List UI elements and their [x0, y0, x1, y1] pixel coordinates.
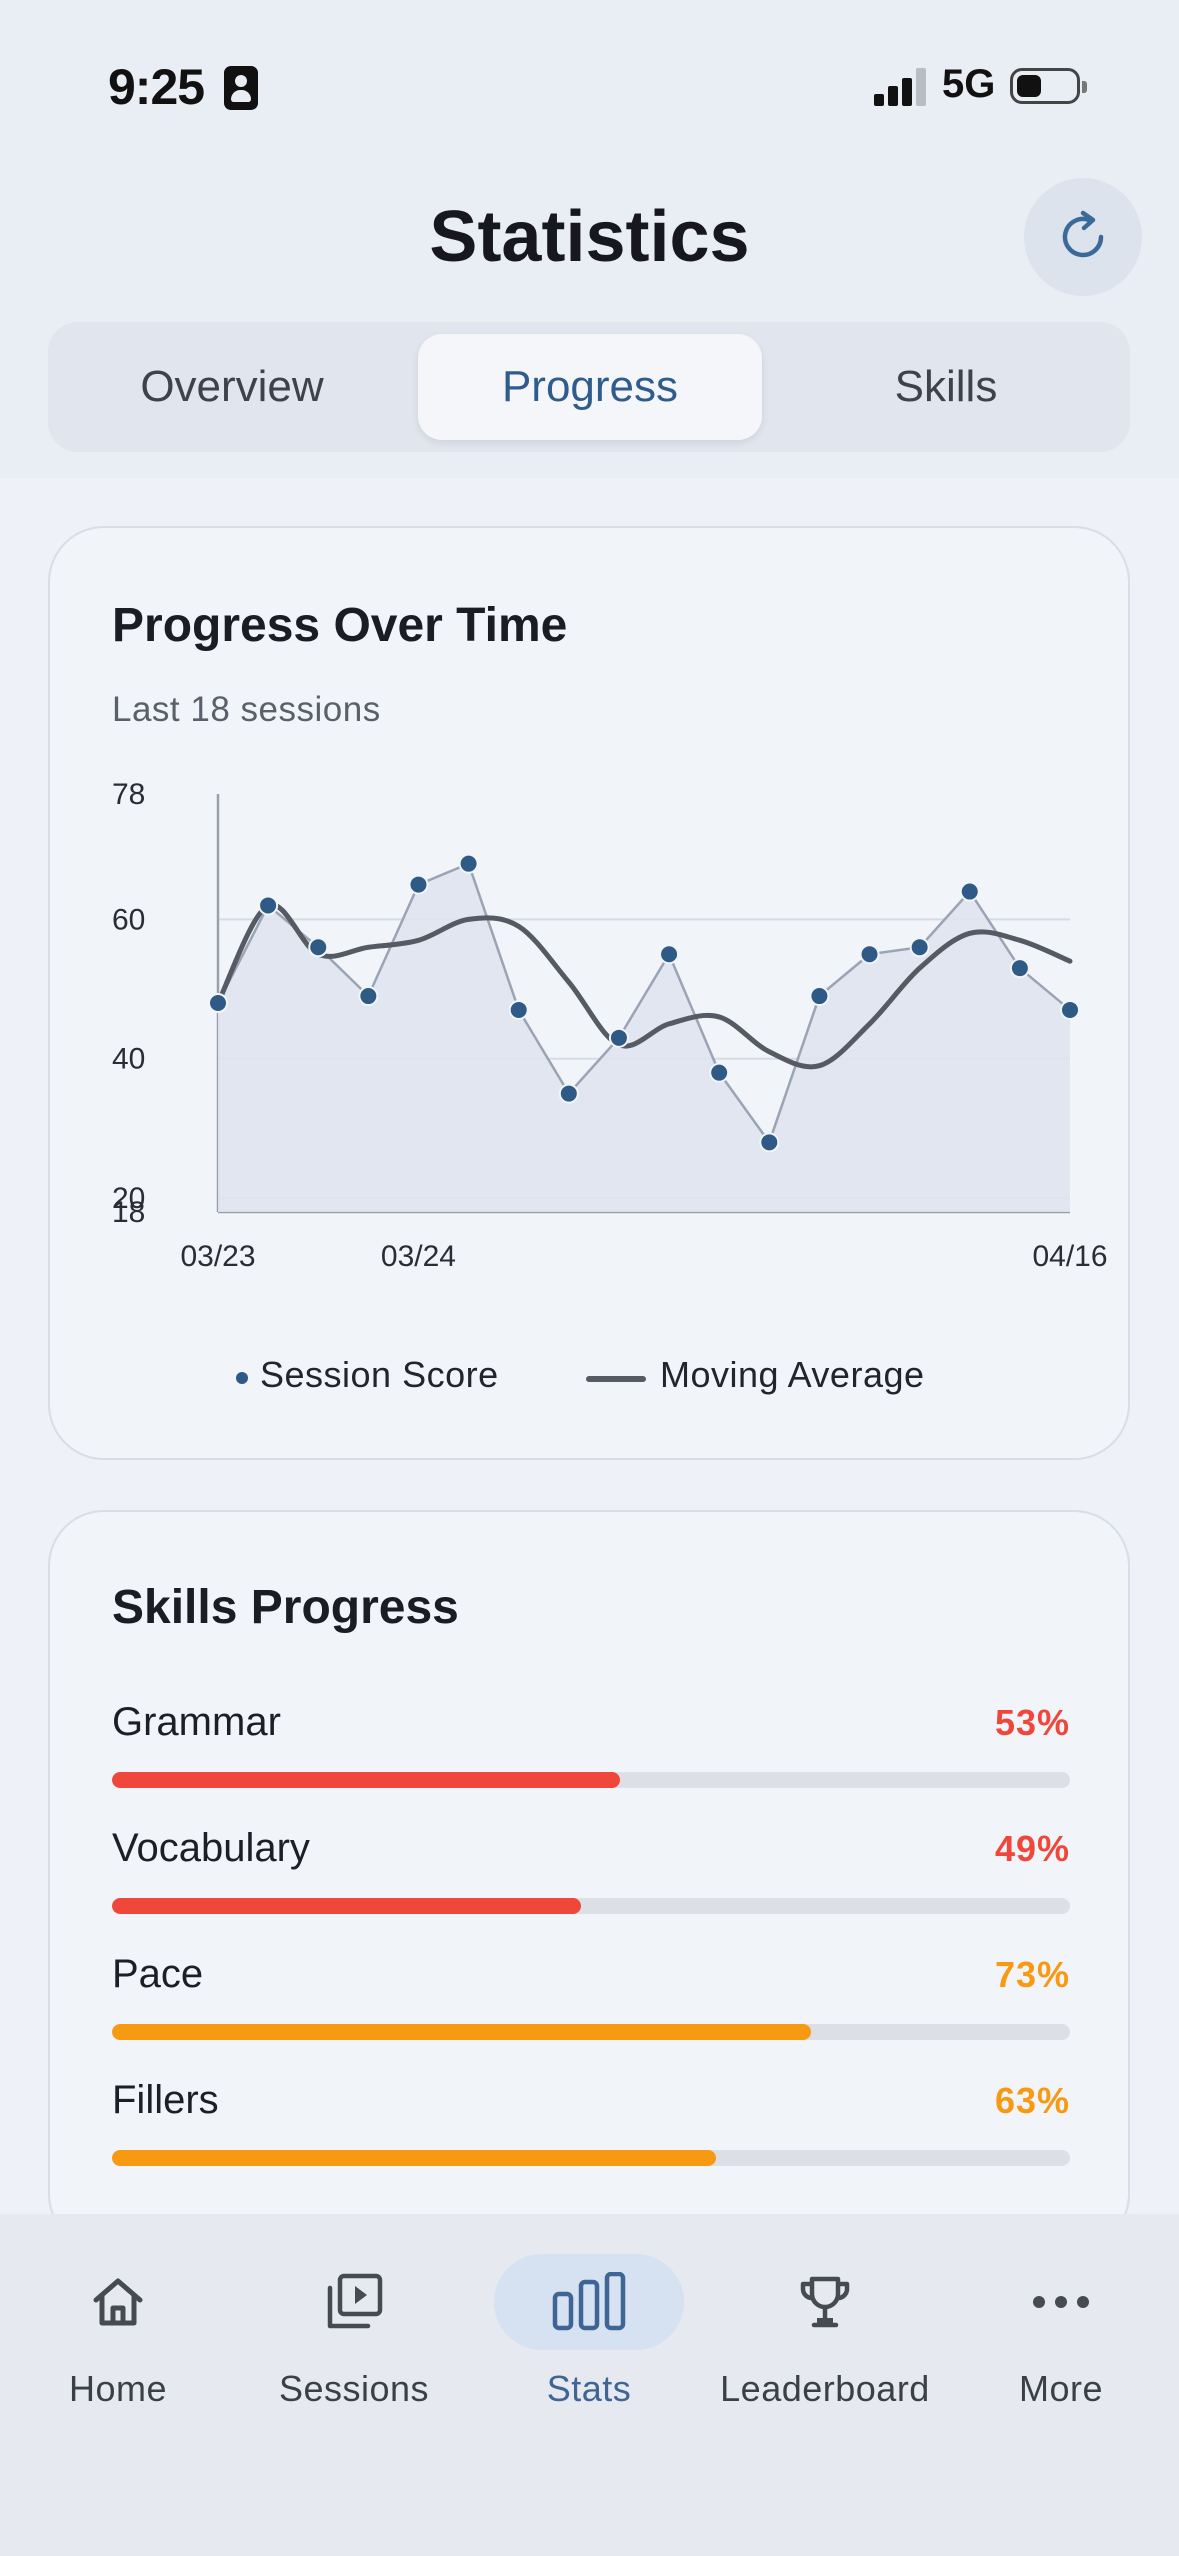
- legend-score-label: Session Score: [260, 1354, 499, 1395]
- session-score-point: [759, 1132, 780, 1153]
- battery-icon: [1010, 68, 1087, 104]
- session-score-point: [959, 881, 980, 902]
- home-icon: [93, 2278, 143, 2326]
- skill-percent: 53%: [994, 1702, 1070, 1743]
- session-score-point: [859, 944, 880, 965]
- tab-skills[interactable]: Skills: [774, 334, 1118, 440]
- nav-label: Sessions: [278, 2368, 430, 2409]
- signal-icon: [874, 68, 930, 106]
- skill-row-vocabulary: Vocabulary 49%: [112, 1826, 1070, 1926]
- skill-progress-fill: [112, 2150, 716, 2166]
- y-tick-label: 20: [112, 1182, 145, 1215]
- x-tick-label: 03/24: [381, 1240, 456, 1273]
- tab-progress[interactable]: Progress: [418, 334, 762, 440]
- skill-row-grammar: Grammar 53%: [112, 1700, 1070, 1800]
- legend-average-label: Moving Average: [660, 1354, 925, 1395]
- skill-progress-fill: [112, 2024, 812, 2040]
- nav-label: Leaderboard: [720, 2368, 930, 2409]
- nav-stats[interactable]: Stats: [471, 2214, 707, 2444]
- session-score-point: [408, 874, 429, 895]
- nav-icon-container: [23, 2254, 213, 2350]
- session-score-point: [709, 1062, 730, 1083]
- session-score-point: [208, 993, 228, 1013]
- skills-card-title: Skills Progress: [112, 1581, 459, 1634]
- legend-score-marker: [236, 1372, 248, 1384]
- x-tick-label: 03/23: [180, 1240, 255, 1273]
- session-score-point: [809, 986, 830, 1007]
- tab-overview[interactable]: Overview: [60, 334, 404, 440]
- session-score-point: [909, 937, 930, 958]
- nav-label: Home: [68, 2368, 168, 2409]
- progress-card: Progress Over Time Last 18 sessions 18 20…: [48, 526, 1130, 1460]
- nav-more[interactable]: More: [943, 2214, 1179, 2444]
- skill-name: Grammar: [112, 1700, 281, 1744]
- nav-label: Stats: [546, 2368, 632, 2409]
- session-score-point: [308, 937, 329, 958]
- session-score-point: [1060, 999, 1080, 1020]
- session-score-point: [358, 986, 379, 1007]
- y-tick-label: 78: [112, 778, 145, 811]
- skill-progress-fill: [112, 1772, 620, 1788]
- skill-percent: 49%: [994, 1828, 1070, 1869]
- session-score-point: [508, 999, 529, 1020]
- skill-name: Pace: [112, 1952, 204, 1996]
- skill-progress-track: [112, 1898, 1070, 1914]
- sessions-icon: [327, 2273, 383, 2329]
- skill-progress-track: [112, 2150, 1070, 2166]
- skill-row-fillers: Fillers 63%: [112, 2078, 1070, 2178]
- nav-home[interactable]: Home: [0, 2214, 236, 2444]
- skill-progress-track: [112, 1772, 1070, 1788]
- skill-name: Fillers: [112, 2078, 219, 2122]
- nav-icon-container: [730, 2254, 920, 2350]
- session-score-point: [608, 1027, 629, 1048]
- refresh-button[interactable]: [1024, 178, 1142, 296]
- session-score-point: [659, 944, 680, 965]
- x-tick-label: 04/16: [1032, 1240, 1107, 1273]
- more-icon: [1033, 2296, 1089, 2308]
- trophy-icon: [800, 2276, 850, 2328]
- skills-card: Skills Progress Grammar 53% Vocabulary 4…: [48, 1510, 1130, 2250]
- nav-icon-container: [966, 2254, 1156, 2350]
- refresh-icon: [1062, 210, 1104, 258]
- skill-percent: 73%: [994, 1954, 1070, 1995]
- session-score-point: [258, 895, 279, 916]
- y-tick-label: 60: [112, 903, 145, 936]
- contact-card-icon: [224, 66, 258, 110]
- nav-sessions[interactable]: Sessions: [236, 2214, 472, 2444]
- session-score-point: [1009, 958, 1030, 979]
- network-type: 5G: [942, 62, 996, 106]
- segmented-tabs: Overview Progress Skills: [48, 322, 1130, 452]
- nav-leaderboard[interactable]: Leaderboard: [707, 2214, 943, 2444]
- status-time: 9:25: [108, 59, 205, 115]
- session-score-point: [558, 1083, 579, 1104]
- skill-name: Vocabulary: [112, 1826, 310, 1870]
- nav-icon-container: [494, 2254, 684, 2350]
- bar-chart-icon: [552, 2272, 626, 2331]
- nav-label: More: [1018, 2368, 1104, 2409]
- skill-progress-track: [112, 2024, 1070, 2040]
- y-tick-label: 40: [112, 1043, 145, 1076]
- skill-row-pace: Pace 73%: [112, 1952, 1070, 2052]
- progress-chart: 182040607803/23 03/24 04/16: [112, 778, 1108, 1273]
- session-score-point: [458, 853, 479, 874]
- skill-progress-fill: [112, 1898, 582, 1914]
- chart-legend: Session Score Moving Average: [50, 1348, 1132, 1408]
- nav-icon-container: [259, 2254, 449, 2350]
- skill-percent: 63%: [994, 2080, 1070, 2121]
- page-title: Statistics: [429, 197, 750, 277]
- legend-average-marker: [586, 1376, 646, 1382]
- bottom-navigation: Home Sessions Stats Leaderboard More: [0, 2214, 1179, 2556]
